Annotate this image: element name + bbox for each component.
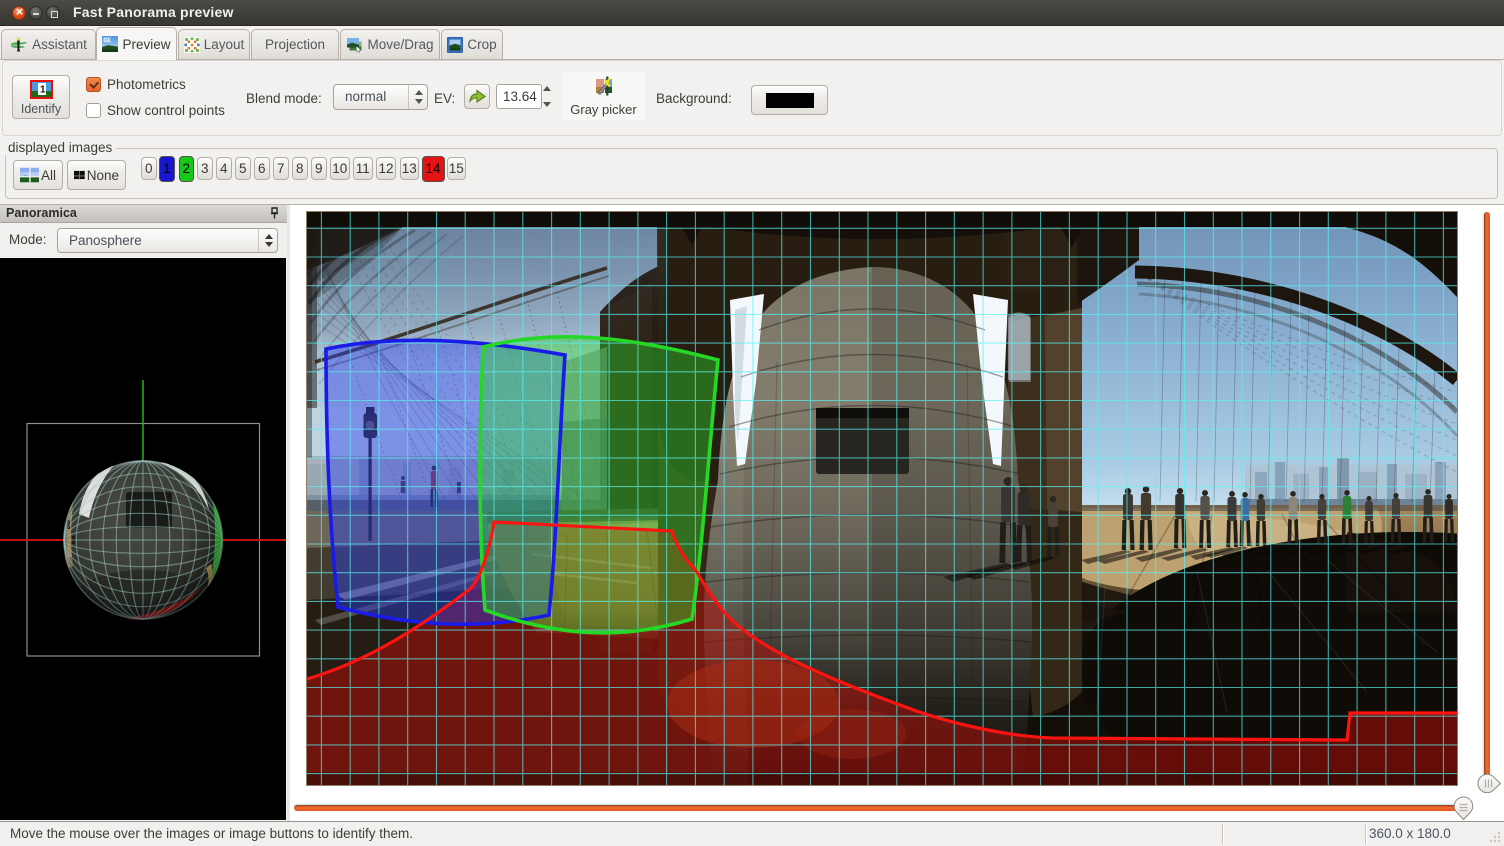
svg-text:GL: GL	[104, 38, 112, 44]
svg-text:1: 1	[40, 85, 46, 96]
